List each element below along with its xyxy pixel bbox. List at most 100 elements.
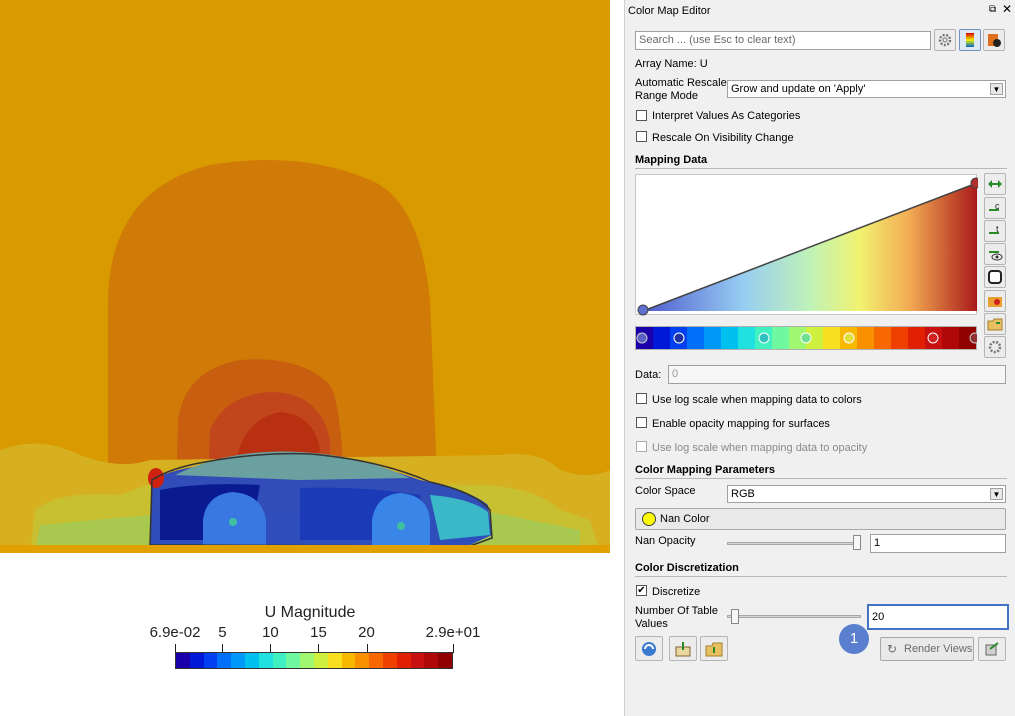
opacity-function-editor[interactable]	[635, 174, 982, 316]
color-point-4	[800, 332, 812, 344]
rescale-visibility-label: Rescale On Visibility Change	[652, 132, 794, 144]
opacity-point-min	[637, 304, 649, 316]
log-scale-opacity-checkbox[interactable]	[636, 441, 647, 452]
step-callout-badge: 1	[839, 624, 869, 654]
colorbar-segment	[300, 653, 314, 668]
colorbar-tick-label: 10	[262, 624, 279, 641]
colorbar-segment	[313, 653, 328, 668]
colorbar-gradient	[175, 652, 453, 669]
colorbar-segment	[410, 653, 425, 668]
log-scale-colors-checkbox[interactable]	[636, 393, 647, 404]
colorbar-tick-label: 20	[358, 624, 375, 641]
colorbar-segment	[327, 653, 342, 668]
color-point-1	[636, 332, 648, 344]
front-wheel-hub	[229, 518, 237, 526]
load-defaults-icon[interactable]	[700, 636, 728, 661]
nan-color-label: Nan Color	[660, 513, 710, 525]
color-settings-icon[interactable]	[984, 336, 1006, 358]
color-point-2	[673, 332, 685, 344]
invert-colormap-icon[interactable]	[984, 266, 1006, 288]
color-space-combo[interactable]: RGB ▼	[727, 485, 1006, 503]
colorbar-segment	[231, 653, 245, 668]
colorbar-segment	[203, 653, 218, 668]
color-point-6	[927, 332, 939, 344]
log-scale-colors-label: Use log scale when mapping data to color…	[652, 394, 862, 406]
color-point-7	[969, 332, 977, 344]
mapping-data-header: Mapping Data	[635, 154, 1007, 169]
discretize-checkbox[interactable]: ✔	[636, 585, 647, 596]
colorbar-segment	[355, 653, 370, 668]
save-to-defaults-icon[interactable]	[669, 636, 697, 661]
rescale-mode-line2: Range Mode	[635, 90, 698, 102]
table-values-slider-handle[interactable]	[731, 609, 739, 624]
interpret-categories-checkbox[interactable]	[636, 110, 647, 121]
rescale-visible-icon[interactable]	[984, 243, 1006, 265]
rescale-temporal-icon[interactable]: t	[984, 220, 1006, 242]
restore-window-icon[interactable]: ⧉	[989, 4, 996, 15]
table-values-label: Number Of Table Values	[635, 605, 718, 631]
color-map-editor-panel: Color Map Editor ⧉ ✕ Search ... (use Esc…	[624, 0, 1015, 716]
colorbar-segment	[369, 653, 383, 668]
panel-title: Color Map Editor	[628, 5, 711, 17]
refresh-icon[interactable]	[635, 636, 663, 661]
color-discretization-header: Color Discretization	[635, 562, 1007, 577]
rescale-mode-label: Automatic Rescale Range Mode	[635, 77, 727, 103]
colorbar-tick-mark	[453, 644, 454, 653]
colorbar-segment	[396, 653, 411, 668]
search-input[interactable]: Search ... (use Esc to clear text)	[635, 31, 931, 50]
auto-render-toggle-icon[interactable]	[978, 637, 1006, 661]
open-folder-icon[interactable]	[984, 313, 1006, 335]
colorbar-segment	[189, 653, 204, 668]
gear-icon[interactable]	[934, 29, 956, 51]
rear-wheel-hub	[397, 522, 405, 530]
render-views-button[interactable]: ↻ Render Views	[880, 637, 974, 661]
nan-opacity-slider-track[interactable]	[727, 542, 861, 545]
color-point-5	[843, 332, 855, 344]
log-scale-opacity-label: Use log scale when mapping data to opaci…	[652, 442, 868, 454]
color-mapping-header: Color Mapping Parameters	[635, 464, 1007, 479]
chevron-down-icon: ▼	[990, 488, 1003, 500]
table-values-line1: Number Of Table	[635, 605, 718, 617]
colorbar-segment	[341, 653, 356, 668]
opacity-mapping-checkbox[interactable]	[636, 417, 647, 428]
colorbar-tick-label: 5	[218, 624, 227, 641]
scalar-colorbar[interactable]: U Magnitude 6.9e-02 5 10 15 20 2.9e+01	[140, 600, 480, 680]
array-name-label: Array Name: U	[635, 58, 708, 70]
colorbar-segment	[286, 653, 301, 668]
colorbar-tick-label: 15	[310, 624, 327, 641]
rescale-visibility-checkbox[interactable]	[636, 131, 647, 142]
render-view[interactable]: U Magnitude 6.9e-02 5 10 15 20 2.9e+01	[0, 0, 624, 716]
nan-opacity-input[interactable]: 1	[870, 534, 1006, 553]
nan-color-button[interactable]: Nan Color	[635, 508, 1006, 530]
table-values-slider-track[interactable]	[727, 615, 861, 618]
color-space-value: RGB	[731, 488, 755, 500]
table-values-line2: Values	[635, 618, 668, 630]
table-values-input[interactable]: 20	[867, 604, 1009, 630]
svg-text:c: c	[995, 201, 1000, 211]
color-point-3	[758, 332, 770, 344]
rescale-mode-line1: Automatic Rescale	[635, 77, 727, 89]
colorbar-segment	[217, 653, 232, 668]
render-views-icon: ↻	[887, 642, 898, 656]
advanced-icon[interactable]	[983, 29, 1005, 51]
color-control-points[interactable]	[635, 326, 977, 350]
opacity-mapping-label: Enable opacity mapping for surfaces	[652, 418, 830, 430]
colorbar-segment	[424, 653, 439, 668]
save-preset-icon[interactable]	[984, 290, 1006, 312]
colorbar-segment	[438, 653, 452, 668]
colorbar-tick-label: 6.9e-02	[149, 624, 201, 641]
velocity-field-render	[0, 0, 610, 553]
nan-color-swatch	[642, 512, 656, 526]
colorbar-title: U Magnitude	[264, 604, 356, 621]
colormap-preset-icon[interactable]	[959, 29, 981, 51]
colorbar-segment	[176, 653, 190, 668]
close-icon[interactable]: ✕	[1002, 2, 1012, 16]
rescale-custom-icon[interactable]: c	[984, 197, 1006, 219]
colorbar-tick-label: 2.9e+01	[425, 624, 481, 641]
rescale-range-icon[interactable]	[984, 173, 1006, 195]
rescale-mode-combo[interactable]: Grow and update on 'Apply' ▼	[727, 80, 1006, 98]
data-label: Data:	[635, 369, 662, 381]
data-value-field[interactable]: 0	[668, 365, 1006, 384]
rescale-mode-value: Grow and update on 'Apply'	[731, 83, 866, 95]
nan-opacity-slider-handle[interactable]	[853, 535, 861, 550]
